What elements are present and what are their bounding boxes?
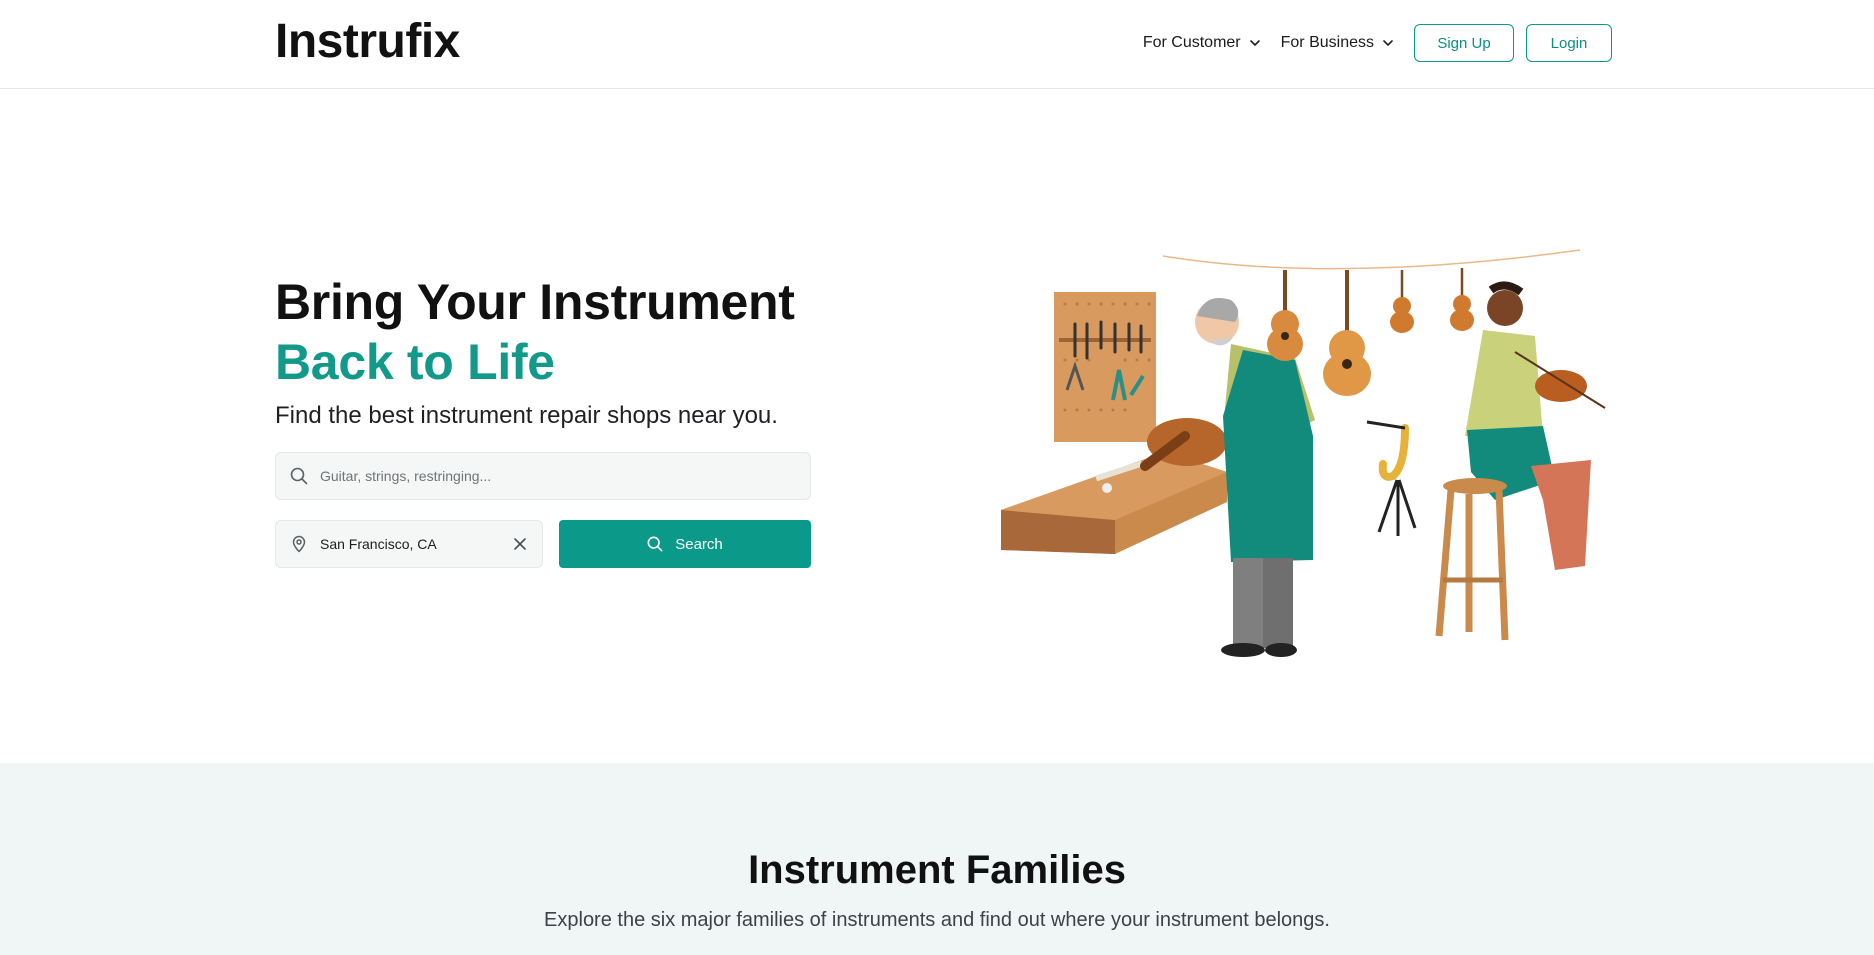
repair-workshop-illustration [1001, 249, 1606, 657]
signup-button[interactable]: Sign Up [1414, 24, 1514, 62]
nav-for-business[interactable]: For Business [1281, 34, 1394, 52]
site-header: Instrufix For Customer For Business Sign… [0, 0, 1874, 89]
search-button-label: Search [675, 535, 723, 553]
hero-title-line1: Bring Your Instrument [275, 274, 795, 330]
search-icon [647, 536, 663, 552]
search-button[interactable]: Search [559, 520, 811, 568]
search-field[interactable] [275, 452, 811, 500]
location-pin-icon [292, 535, 306, 553]
location-input[interactable] [318, 535, 502, 553]
search-input[interactable] [318, 467, 792, 485]
hero-title-accent: Back to Life [275, 334, 555, 390]
nav-for-customer-label: For Customer [1142, 34, 1241, 51]
chevron-down-icon [1383, 40, 1393, 46]
logo[interactable]: Instrufix [275, 14, 460, 69]
families-title: Instrument Families [748, 848, 1126, 892]
nav-for-business-label: For Business [1280, 34, 1374, 51]
chevron-down-icon [1249, 40, 1260, 46]
search-icon [290, 467, 308, 485]
hero-title: Bring Your Instrument Back to Life [275, 272, 795, 392]
close-icon[interactable] [512, 536, 528, 552]
hero-subtitle: Find the best instrument repair shops ne… [275, 402, 778, 429]
families-subtitle: Explore the six major families of instru… [544, 909, 1330, 931]
nav-for-customer[interactable]: For Customer [1143, 34, 1261, 52]
location-field[interactable] [275, 520, 543, 568]
login-button[interactable]: Login [1526, 24, 1612, 62]
main-nav: For Customer For Business Sign Up Login [1143, 24, 1612, 62]
